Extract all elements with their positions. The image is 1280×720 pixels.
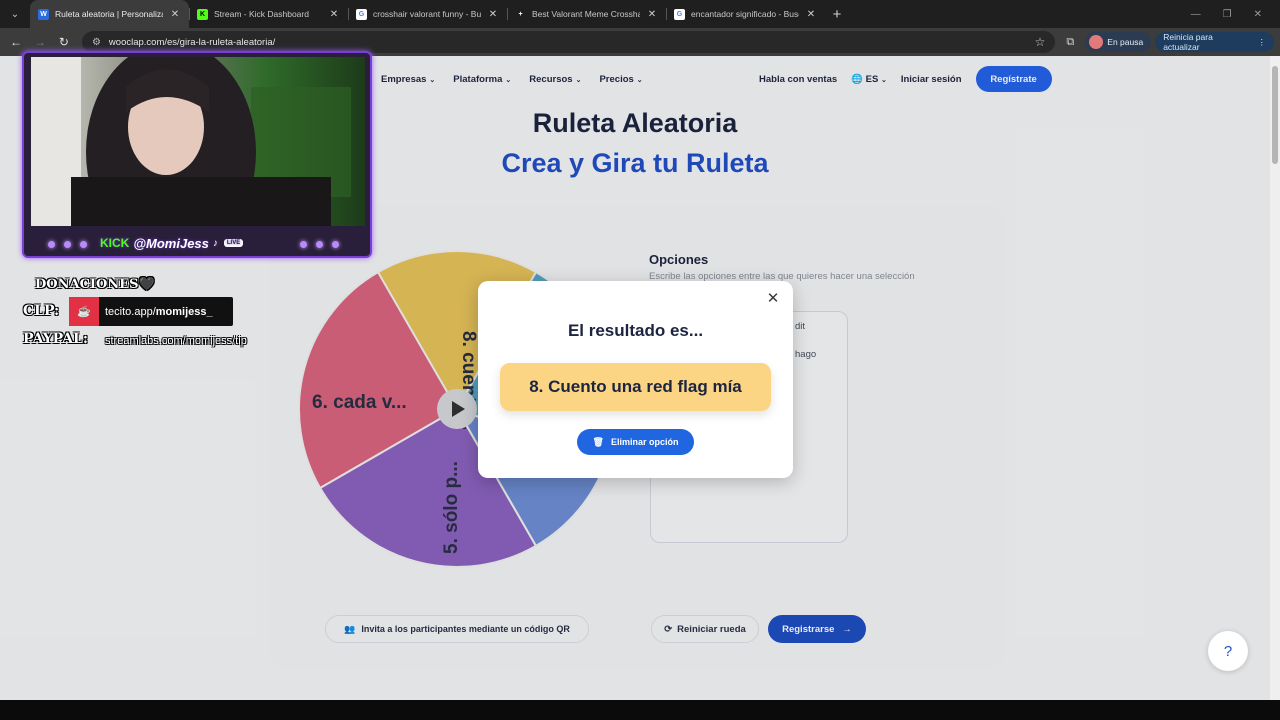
remove-option-button[interactable]: 🗑 Eliminar opción bbox=[577, 429, 694, 455]
options-line-partial: hago bbox=[795, 349, 817, 360]
chevron-down-icon: ⌄ bbox=[636, 76, 643, 84]
wheel-label-6: 6. cada v... bbox=[312, 392, 407, 413]
streamer-handle: @MomiJess bbox=[133, 235, 209, 251]
site-info-icon[interactable]: ⚙ bbox=[92, 37, 101, 48]
refresh-icon: ⟳ bbox=[664, 623, 673, 635]
tab-close-icon[interactable]: ✕ bbox=[328, 9, 340, 20]
close-window-icon[interactable]: ✕ bbox=[1254, 9, 1262, 20]
bookmark-star-icon[interactable]: ☆ bbox=[1035, 35, 1046, 49]
users-icon: 👥 bbox=[344, 623, 356, 634]
tab-favicon-icon: G bbox=[356, 8, 367, 20]
modal-title: El resultado es... bbox=[567, 321, 704, 340]
new-tab-button[interactable]: + bbox=[825, 6, 849, 23]
avatar bbox=[1089, 35, 1104, 49]
tecito-link-box: ☕ tecito.app/momijess_ bbox=[69, 297, 233, 326]
profile-paused-chip[interactable]: En pausa bbox=[1085, 32, 1152, 52]
tiktok-icon: ♪ bbox=[212, 237, 218, 249]
browser-tab[interactable]: K Stream - Kick Dashboard ✕ bbox=[189, 0, 348, 28]
tab-close-icon[interactable]: ✕ bbox=[805, 9, 817, 20]
browser-tab[interactable]: W Ruleta aleatoria | Personaliza y c ✕ bbox=[30, 0, 189, 28]
remove-option-label: Eliminar opción bbox=[610, 437, 679, 447]
tab-favicon-icon: W bbox=[38, 8, 49, 20]
language-selector[interactable]: 🌐 ES ⌄ bbox=[851, 74, 887, 85]
address-bar[interactable]: ⚙ wooclap.com/es/gira-la-ruleta-aleatori… bbox=[81, 31, 1056, 53]
tab-favicon-icon: G bbox=[674, 8, 685, 20]
help-button[interactable]: ? bbox=[1208, 631, 1248, 671]
tecito-domain: tecito.app/ bbox=[105, 305, 156, 318]
back-icon[interactable]: ← bbox=[6, 32, 26, 52]
tab-title: crosshair valorant funny - Busca bbox=[373, 9, 481, 19]
kick-logo: KICK bbox=[100, 236, 130, 250]
scrollbar-thumb[interactable] bbox=[1272, 66, 1278, 164]
window-controls: — ❐ ✕ bbox=[1191, 9, 1280, 20]
site-navigation: Empresas ⌄ Plataforma ⌄ Recursos ⌄ Precios ⌄ Ha… bbox=[381, 66, 1280, 92]
kick-handle-label: KICK @MomiJess ♪ LIVE bbox=[100, 234, 244, 252]
tab-close-icon[interactable]: ✕ bbox=[646, 9, 658, 20]
bottom-strip bbox=[0, 700, 1280, 720]
arrow-right-icon: → bbox=[842, 623, 852, 635]
browser-tab[interactable]: Gencantador significado - Buscar ✕ bbox=[666, 0, 825, 28]
tab-title: encantador significado - Buscar bbox=[691, 9, 799, 19]
login-link[interactable]: Iniciar sesión bbox=[901, 74, 962, 85]
trash-icon: 🗑 bbox=[592, 436, 604, 447]
tab-favicon-icon: + bbox=[515, 8, 526, 20]
chevron-down-icon: ⌄ bbox=[429, 76, 436, 84]
restart-update-label: Reinicia para actualizar bbox=[1163, 32, 1213, 52]
nav-menu-item[interactable]: Precios ⌄ bbox=[599, 74, 642, 85]
paypal-label: PAYPAL: bbox=[23, 331, 89, 347]
invite-qr-label: Invita a los participantes mediante un c… bbox=[361, 624, 570, 634]
kebab-menu-icon[interactable]: ⋮ bbox=[1258, 37, 1267, 48]
tab-title: Best Valorant Meme Crosshairs bbox=[532, 9, 640, 19]
nav-menu-item[interactable]: Recursos ⌄ bbox=[529, 74, 581, 85]
reset-wheel-label: Reiniciar rueda bbox=[677, 623, 746, 635]
tab-close-icon[interactable]: ✕ bbox=[169, 9, 181, 20]
browser-tab[interactable]: + Best Valorant Meme Crosshairs ✕ bbox=[507, 0, 666, 28]
live-badge: LIVE bbox=[223, 239, 244, 247]
wheel-label-5: 5. sólo p... bbox=[441, 461, 462, 554]
signup-label: Registrarse bbox=[782, 623, 835, 635]
talk-to-sales-link[interactable]: Habla con ventas bbox=[759, 74, 837, 85]
nav-menu-label: Empresas bbox=[381, 73, 427, 85]
invite-qr-button[interactable]: 👥 Invita a los participantes mediante un… bbox=[325, 615, 589, 643]
nav-menu-label: Recursos bbox=[529, 73, 573, 85]
result-modal: ✕ El resultado es... 8. Cuento una red f… bbox=[478, 281, 793, 478]
nav-menu-item[interactable]: Empresas ⌄ bbox=[381, 74, 435, 85]
maximize-icon[interactable]: ❐ bbox=[1223, 9, 1232, 20]
donations-heading: DONACIONES🖤 bbox=[35, 277, 155, 292]
options-title: Opciones bbox=[649, 252, 709, 267]
tab-favicon-icon: K bbox=[197, 8, 208, 20]
profile-status-text: En pausa bbox=[1107, 37, 1144, 47]
tab-title: Ruleta aleatoria | Personaliza y c bbox=[55, 9, 163, 19]
register-button[interactable]: Regístrate bbox=[975, 66, 1052, 92]
reset-wheel-button[interactable]: ⟳ Reiniciar rueda bbox=[651, 615, 759, 643]
page-scrollbar[interactable] bbox=[1270, 56, 1280, 700]
chevron-down-icon: ⌄ bbox=[575, 76, 582, 84]
language-code: ES bbox=[865, 73, 879, 85]
extensions-icon[interactable]: ⧉ bbox=[1059, 36, 1081, 49]
browser-tab[interactable]: Gcrosshair valorant funny - Busca ✕ bbox=[348, 0, 507, 28]
reload-icon[interactable]: ↻ bbox=[54, 32, 74, 52]
browser-tab-bar: ⌄ W Ruleta aleatoria | Personaliza y c ✕ KS… bbox=[0, 0, 1280, 28]
signup-button[interactable]: Registrarse → bbox=[768, 615, 866, 643]
clp-label: CLP: bbox=[23, 303, 60, 319]
minimize-icon[interactable]: — bbox=[1191, 9, 1201, 20]
webcam-feed bbox=[31, 57, 365, 226]
restart-update-button[interactable]: Reinicia para actualizar ⋮ bbox=[1155, 32, 1274, 52]
options-line-partial: dit bbox=[795, 321, 806, 332]
tab-search-chevron-icon[interactable]: ⌄ bbox=[4, 3, 26, 25]
tab-close-icon[interactable]: ✕ bbox=[487, 9, 499, 20]
tab-title: Stream - Kick Dashboard bbox=[214, 9, 309, 19]
chevron-down-icon: ⌄ bbox=[505, 76, 512, 84]
result-value: 8. Cuento una red flag mía bbox=[500, 363, 771, 411]
nav-menu-label: Precios bbox=[599, 73, 634, 85]
tecito-user: momijess_ bbox=[155, 305, 213, 318]
nav-menu-item[interactable]: Plataforma ⌄ bbox=[453, 74, 511, 85]
forward-icon[interactable]: → bbox=[30, 32, 50, 52]
close-icon[interactable]: ✕ bbox=[765, 291, 781, 307]
tecito-cup-icon: ☕ bbox=[69, 297, 99, 326]
chevron-down-icon: ⌄ bbox=[880, 76, 887, 84]
nav-menu-label: Plataforma bbox=[453, 73, 503, 85]
paypal-url: streamlabs.com/momijess/tip bbox=[105, 335, 247, 347]
url-text: wooclap.com/es/gira-la-ruleta-aleatoria/ bbox=[108, 36, 276, 48]
